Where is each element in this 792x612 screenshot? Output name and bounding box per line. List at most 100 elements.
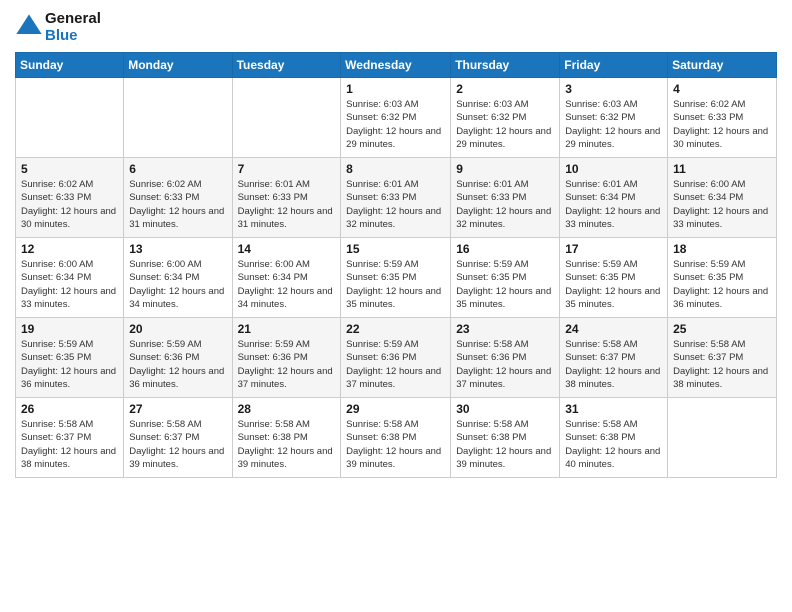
calendar-cell — [16, 78, 124, 158]
calendar-cell: 24Sunrise: 5:58 AM Sunset: 6:37 PM Dayli… — [560, 318, 668, 398]
header: General Blue — [15, 10, 777, 44]
day-number: 9 — [456, 162, 554, 176]
calendar-cell: 7 Sunrise: 6:01 AM Sunset: 6:33 PM Daylig… — [232, 158, 341, 238]
day-number: 27 — [129, 402, 226, 416]
calendar-cell: 23 Sunrise: 5:58 AM Sunset: 6:36 PM Dayli… — [451, 318, 560, 398]
calendar-cell — [124, 78, 232, 158]
calendar-cell: 20Sunrise: 5:59 AM Sunset: 6:36 PM Dayli… — [124, 318, 232, 398]
calendar-cell: 10Sunrise: 6:01 AM Sunset: 6:34 PM Dayli… — [560, 158, 668, 238]
calendar-cell: 13 Sunrise: 6:00 AM Sunset: 6:34 PM Dayli… — [124, 238, 232, 318]
day-number: 24 — [565, 322, 662, 336]
day-number: 18 — [673, 242, 771, 256]
day-number: 17 — [565, 242, 662, 256]
calendar-cell: 12Sunrise: 6:00 AM Sunset: 6:34 PM Dayli… — [16, 238, 124, 318]
day-info: Sunrise: 5:59 AM Sunset: 6:35 PM Dayligh… — [21, 338, 118, 391]
day-number: 7 — [238, 162, 336, 176]
day-number: 3 — [565, 82, 662, 96]
day-info: Sunrise: 5:58 AM Sunset: 6:38 PM Dayligh… — [346, 418, 445, 471]
calendar-cell: 11 Sunrise: 6:00 AM Sunset: 6:34 PM Dayli… — [668, 158, 777, 238]
day-number: 19 — [21, 322, 118, 336]
day-info: Sunrise: 5:58 AM Sunset: 6:36 PM Dayligh… — [456, 338, 554, 391]
day-number: 5 — [21, 162, 118, 176]
day-number: 14 — [238, 242, 336, 256]
calendar-cell: 26 Sunrise: 5:58 AM Sunset: 6:37 PM Dayli… — [16, 398, 124, 478]
page: General Blue SundayMondayTuesdayWednesda… — [0, 0, 792, 493]
day-info: Sunrise: 5:59 AM Sunset: 6:36 PM Dayligh… — [346, 338, 445, 391]
day-info: Sunrise: 5:59 AM Sunset: 6:36 PM Dayligh… — [238, 338, 336, 391]
day-number: 22 — [346, 322, 445, 336]
day-info: Sunrise: 5:58 AM Sunset: 6:38 PM Dayligh… — [238, 418, 336, 471]
calendar-cell: 22 Sunrise: 5:59 AM Sunset: 6:36 PM Dayli… — [341, 318, 451, 398]
calendar-cell: 30Sunrise: 5:58 AM Sunset: 6:38 PM Dayli… — [451, 398, 560, 478]
day-info: Sunrise: 6:02 AM Sunset: 6:33 PM Dayligh… — [21, 178, 118, 231]
logo: General Blue — [15, 10, 101, 44]
day-number: 8 — [346, 162, 445, 176]
week-row-4: 19 Sunrise: 5:59 AM Sunset: 6:35 PM Dayli… — [16, 318, 777, 398]
calendar-cell: 19 Sunrise: 5:59 AM Sunset: 6:35 PM Dayli… — [16, 318, 124, 398]
day-info: Sunrise: 6:02 AM Sunset: 6:33 PM Dayligh… — [129, 178, 226, 231]
day-info: Sunrise: 6:02 AM Sunset: 6:33 PM Dayligh… — [673, 98, 771, 151]
day-info: Sunrise: 6:00 AM Sunset: 6:34 PM Dayligh… — [673, 178, 771, 231]
calendar-cell: 2 Sunrise: 6:03 AM Sunset: 6:32 PM Daylig… — [451, 78, 560, 158]
calendar-cell: 5 Sunrise: 6:02 AM Sunset: 6:33 PM Daylig… — [16, 158, 124, 238]
calendar-cell: 6 Sunrise: 6:02 AM Sunset: 6:33 PM Daylig… — [124, 158, 232, 238]
calendar-cell: 1 Sunrise: 6:03 AM Sunset: 6:32 PM Daylig… — [341, 78, 451, 158]
week-row-2: 5 Sunrise: 6:02 AM Sunset: 6:33 PM Daylig… — [16, 158, 777, 238]
calendar-cell: 4 Sunrise: 6:02 AM Sunset: 6:33 PM Daylig… — [668, 78, 777, 158]
calendar-cell: 17 Sunrise: 5:59 AM Sunset: 6:35 PM Dayli… — [560, 238, 668, 318]
calendar-cell — [232, 78, 341, 158]
day-info: Sunrise: 6:03 AM Sunset: 6:32 PM Dayligh… — [346, 98, 445, 151]
day-info: Sunrise: 6:03 AM Sunset: 6:32 PM Dayligh… — [456, 98, 554, 151]
header-cell-saturday: Saturday — [668, 53, 777, 78]
calendar-cell: 16Sunrise: 5:59 AM Sunset: 6:35 PM Dayli… — [451, 238, 560, 318]
header-cell-monday: Monday — [124, 53, 232, 78]
day-info: Sunrise: 5:58 AM Sunset: 6:38 PM Dayligh… — [456, 418, 554, 471]
header-row: SundayMondayTuesdayWednesdayThursdayFrid… — [16, 53, 777, 78]
header-cell-friday: Friday — [560, 53, 668, 78]
calendar-header: SundayMondayTuesdayWednesdayThursdayFrid… — [16, 53, 777, 78]
day-number: 4 — [673, 82, 771, 96]
day-number: 25 — [673, 322, 771, 336]
day-info: Sunrise: 6:00 AM Sunset: 6:34 PM Dayligh… — [21, 258, 118, 311]
day-number: 21 — [238, 322, 336, 336]
day-number: 10 — [565, 162, 662, 176]
week-row-1: 1 Sunrise: 6:03 AM Sunset: 6:32 PM Daylig… — [16, 78, 777, 158]
calendar-cell: 3 Sunrise: 6:03 AM Sunset: 6:32 PM Daylig… — [560, 78, 668, 158]
day-number: 29 — [346, 402, 445, 416]
day-number: 23 — [456, 322, 554, 336]
day-number: 26 — [21, 402, 118, 416]
calendar-cell: 21 Sunrise: 5:59 AM Sunset: 6:36 PM Dayli… — [232, 318, 341, 398]
day-number: 2 — [456, 82, 554, 96]
day-info: Sunrise: 6:01 AM Sunset: 6:33 PM Dayligh… — [346, 178, 445, 231]
calendar-cell: 31Sunrise: 5:58 AM Sunset: 6:38 PM Dayli… — [560, 398, 668, 478]
header-cell-sunday: Sunday — [16, 53, 124, 78]
calendar-cell: 28 Sunrise: 5:58 AM Sunset: 6:38 PM Dayli… — [232, 398, 341, 478]
day-number: 11 — [673, 162, 771, 176]
day-info: Sunrise: 6:01 AM Sunset: 6:33 PM Dayligh… — [456, 178, 554, 231]
header-cell-wednesday: Wednesday — [341, 53, 451, 78]
day-info: Sunrise: 6:03 AM Sunset: 6:32 PM Dayligh… — [565, 98, 662, 151]
week-row-3: 12Sunrise: 6:00 AM Sunset: 6:34 PM Dayli… — [16, 238, 777, 318]
day-number: 13 — [129, 242, 226, 256]
calendar-cell: 14Sunrise: 6:00 AM Sunset: 6:34 PM Dayli… — [232, 238, 341, 318]
day-info: Sunrise: 5:59 AM Sunset: 6:35 PM Dayligh… — [565, 258, 662, 311]
day-info: Sunrise: 5:59 AM Sunset: 6:35 PM Dayligh… — [346, 258, 445, 311]
day-info: Sunrise: 5:59 AM Sunset: 6:35 PM Dayligh… — [673, 258, 771, 311]
calendar-cell: 29 Sunrise: 5:58 AM Sunset: 6:38 PM Dayli… — [341, 398, 451, 478]
day-info: Sunrise: 5:58 AM Sunset: 6:37 PM Dayligh… — [673, 338, 771, 391]
day-info: Sunrise: 5:58 AM Sunset: 6:38 PM Dayligh… — [565, 418, 662, 471]
day-info: Sunrise: 6:00 AM Sunset: 6:34 PM Dayligh… — [129, 258, 226, 311]
day-info: Sunrise: 5:59 AM Sunset: 6:36 PM Dayligh… — [129, 338, 226, 391]
header-cell-thursday: Thursday — [451, 53, 560, 78]
calendar-cell: 18 Sunrise: 5:59 AM Sunset: 6:35 PM Dayli… — [668, 238, 777, 318]
day-number: 1 — [346, 82, 445, 96]
day-info: Sunrise: 6:01 AM Sunset: 6:33 PM Dayligh… — [238, 178, 336, 231]
day-info: Sunrise: 5:58 AM Sunset: 6:37 PM Dayligh… — [21, 418, 118, 471]
calendar-table: SundayMondayTuesdayWednesdayThursdayFrid… — [15, 52, 777, 478]
header-cell-tuesday: Tuesday — [232, 53, 341, 78]
day-number: 6 — [129, 162, 226, 176]
calendar-cell: 9 Sunrise: 6:01 AM Sunset: 6:33 PM Daylig… — [451, 158, 560, 238]
day-number: 28 — [238, 402, 336, 416]
calendar-cell: 25 Sunrise: 5:58 AM Sunset: 6:37 PM Dayli… — [668, 318, 777, 398]
calendar-cell: 8 Sunrise: 6:01 AM Sunset: 6:33 PM Daylig… — [341, 158, 451, 238]
